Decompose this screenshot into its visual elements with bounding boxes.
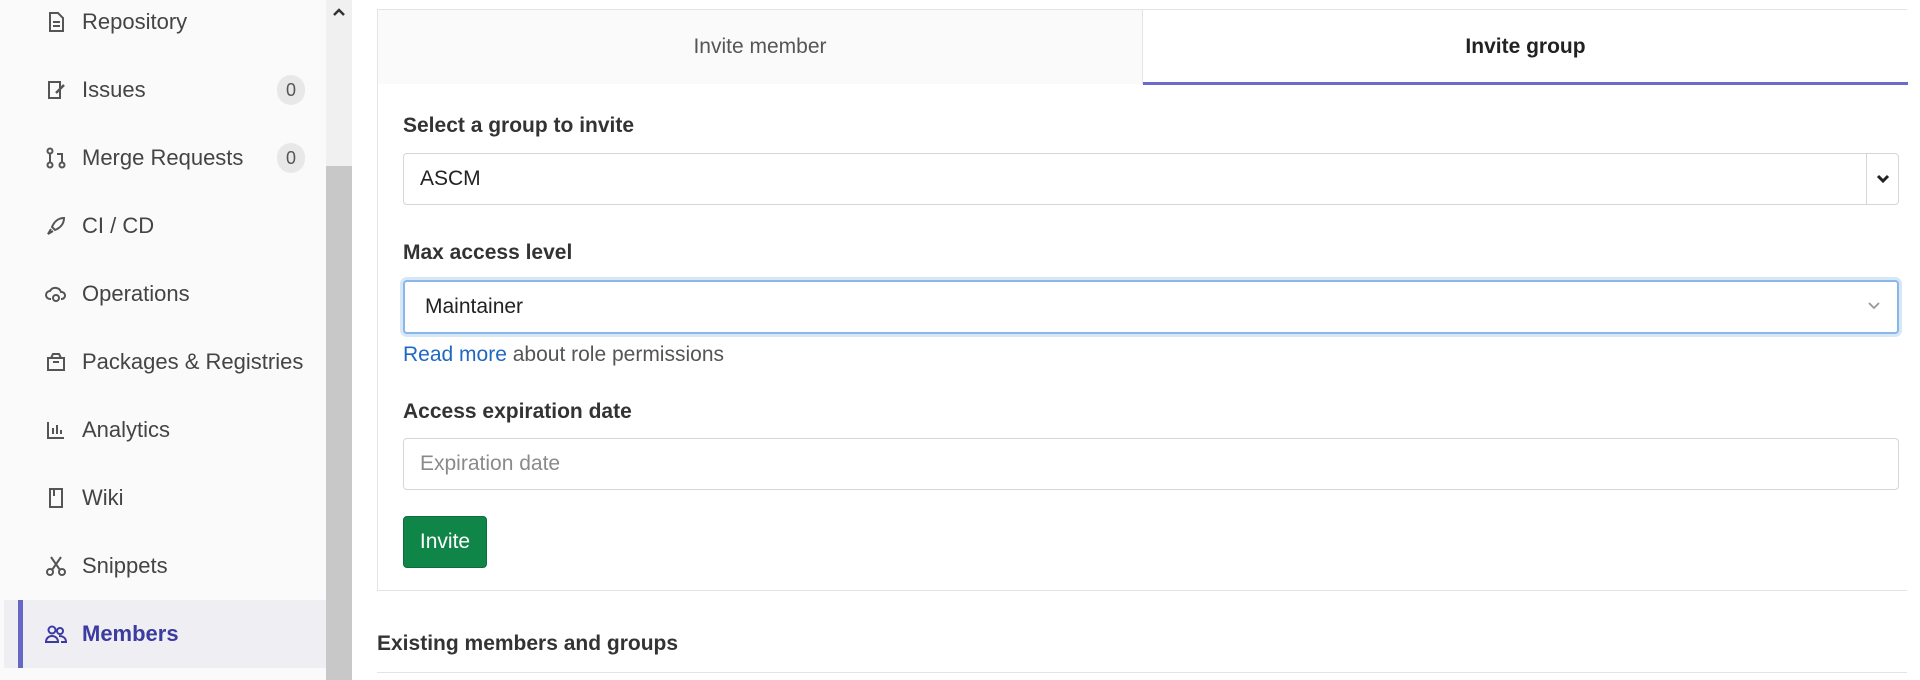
chevron-up-icon[interactable]: [326, 0, 352, 24]
sidebar-item-packages[interactable]: Packages & Registries: [4, 328, 326, 396]
sidebar-item-label: Wiki: [82, 485, 124, 510]
tab-invite-group[interactable]: Invite group: [1143, 10, 1908, 85]
sidebar-item-label: Packages & Registries: [82, 349, 304, 374]
sidebar-item-label: Members: [82, 621, 179, 646]
sidebar-item-label: Merge Requests: [82, 145, 244, 170]
sidebar-item-label: Snippets: [82, 553, 168, 578]
sidebar-item-members[interactable]: Members: [4, 600, 326, 668]
document-icon: [44, 10, 68, 34]
bar-chart-icon: [44, 418, 68, 442]
sidebar-item-label: Analytics: [82, 417, 171, 442]
access-level-select[interactable]: Maintainer: [403, 280, 1899, 334]
tab-invite-member[interactable]: Invite member: [378, 10, 1143, 84]
chevron-down-icon[interactable]: [1866, 154, 1898, 204]
book-icon: [44, 486, 68, 510]
cloud-gear-icon: [44, 282, 68, 306]
role-permissions-help: Read more about role permissions: [403, 343, 724, 367]
expiration-date-input[interactable]: [403, 438, 1899, 490]
sidebar-item-operations[interactable]: Operations: [4, 260, 326, 328]
rocket-icon: [44, 214, 68, 238]
issues-icon: [44, 78, 68, 102]
sidebar-item-repository[interactable]: Repository: [4, 0, 326, 56]
invite-tabs: Invite member Invite group: [378, 10, 1908, 85]
chevron-down-icon: [1865, 297, 1883, 315]
sidebar-scrollbar[interactable]: [326, 0, 352, 680]
read-more-link[interactable]: Read more: [403, 343, 507, 366]
issues-count-badge: 0: [277, 75, 305, 105]
users-icon: [44, 622, 68, 646]
sidebar-item-ci-cd[interactable]: CI / CD: [4, 192, 326, 260]
sidebar-nav: Repository Issues 0 Merge Requests 0 CI …: [4, 0, 326, 680]
sidebar-item-snippets[interactable]: Snippets: [4, 532, 326, 600]
sidebar-item-merge-requests[interactable]: Merge Requests 0: [4, 124, 326, 192]
sidebar-item-wiki[interactable]: Wiki: [4, 464, 326, 532]
package-icon: [44, 350, 68, 374]
group-select-label: Select a group to invite: [403, 114, 635, 137]
invite-button[interactable]: Invite: [403, 516, 487, 568]
merge-request-icon: [44, 146, 68, 170]
sidebar-item-analytics[interactable]: Analytics: [4, 396, 326, 464]
sidebar: Repository Issues 0 Merge Requests 0 CI …: [0, 0, 352, 680]
invite-panel: Invite member Invite group Select a grou…: [377, 9, 1908, 591]
sidebar-item-label: Issues: [82, 77, 146, 102]
sidebar-item-label: CI / CD: [82, 213, 155, 238]
expiration-label: Access expiration date: [403, 400, 632, 423]
group-select-value: ASCM: [420, 167, 481, 190]
access-level-label: Max access level: [403, 241, 573, 264]
access-level-value: Maintainer: [425, 295, 524, 318]
sidebar-item-label: Operations: [82, 281, 190, 306]
scissors-icon: [44, 554, 68, 578]
divider: [377, 672, 1907, 673]
scrollbar-thumb[interactable]: [326, 166, 352, 680]
merge-requests-count-badge: 0: [277, 143, 305, 173]
help-text: about role permissions: [506, 343, 724, 366]
group-select[interactable]: ASCM: [403, 153, 1899, 205]
existing-members-title: Existing members and groups: [377, 632, 679, 655]
sidebar-item-issues[interactable]: Issues 0: [4, 56, 326, 124]
sidebar-item-label: Repository: [82, 9, 188, 34]
